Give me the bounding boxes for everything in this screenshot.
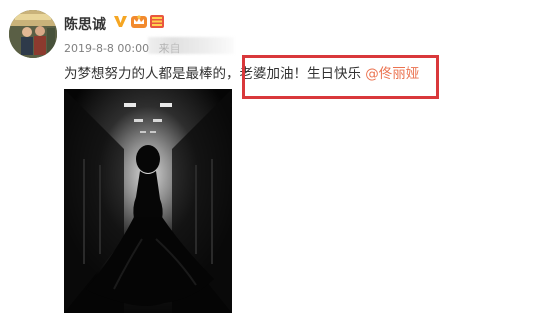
avatar[interactable]	[9, 10, 57, 58]
post-timestamp[interactable]: 2019-8-8 00:00	[64, 42, 149, 55]
avatar-image	[9, 10, 57, 58]
blurred-source-text	[148, 37, 234, 54]
username[interactable]: 陈思诚	[64, 14, 106, 34]
vip-crown-icon[interactable]	[130, 13, 148, 30]
highlight-annotation-box	[242, 55, 439, 99]
verified-v-icon	[112, 13, 129, 30]
member-level-icon[interactable]	[149, 13, 165, 30]
post-image[interactable]	[64, 89, 232, 313]
post-image-graphic	[64, 89, 232, 313]
post-text-main: 为梦想努力的人都是最棒的，	[64, 66, 240, 82]
